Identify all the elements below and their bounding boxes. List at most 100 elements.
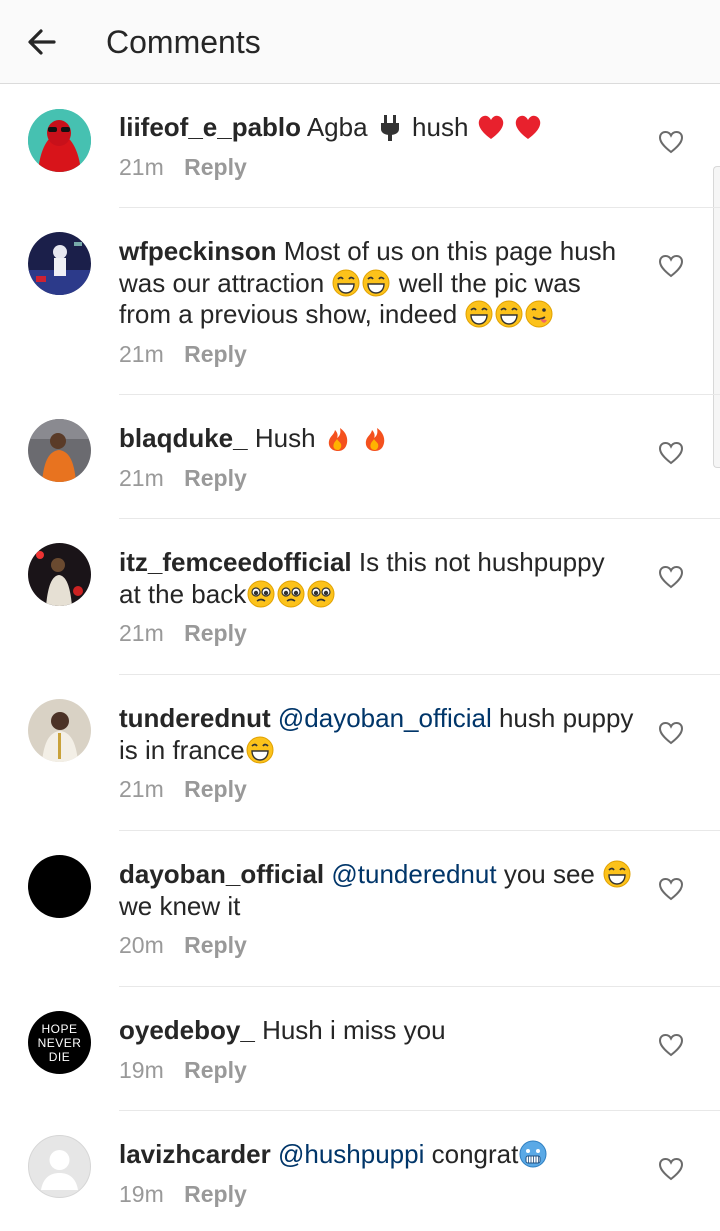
comment-mention[interactable]: @tunderednut (331, 859, 496, 889)
comment-time: 20m (119, 932, 164, 958)
comment-meta: 20m Reply (119, 931, 649, 959)
comment-body: you see (503, 859, 595, 889)
comment-body: at the back (119, 578, 247, 609)
grinning-sweat-emoji (362, 269, 390, 296)
avatar[interactable] (28, 543, 91, 606)
grinning-sweat-emoji (495, 300, 523, 328)
comment-meta: 21m Reply (119, 153, 649, 181)
comment-meta: 21m Reply (119, 775, 649, 803)
comment-item: wfpeckinson Most of us on this page hush… (0, 208, 720, 395)
comment-body: hush (412, 112, 469, 142)
like-heart-icon[interactable] (658, 1032, 684, 1058)
comment-item: itz_femceedofficial Is this not hushpupp… (0, 519, 720, 675)
like-heart-icon[interactable] (658, 876, 684, 902)
comment-body: congrat (431, 1139, 519, 1169)
comment-body: Most of us on this page hush (283, 236, 617, 266)
reply-button[interactable]: Reply (184, 620, 247, 646)
like-heart-icon[interactable] (658, 253, 684, 279)
comment-item: tunderednut @dayoban_official hush puppy… (0, 675, 720, 831)
like-heart-icon[interactable] (658, 440, 684, 466)
comment-text: oyedeboy_ Hush i miss you (119, 1015, 649, 1047)
comment-time: 19m (119, 1180, 164, 1207)
comment-time: 21m (119, 776, 164, 802)
avatar[interactable] (28, 1135, 91, 1198)
pleading-face-emoji (307, 580, 335, 607)
like-heart-icon[interactable] (658, 564, 684, 590)
comment-text: tunderednut @dayoban_official hush puppy… (119, 703, 649, 766)
comment-meta: 19m Reply (119, 1056, 649, 1084)
comment-username[interactable]: wfpeckinson (119, 236, 276, 266)
reply-button[interactable]: Reply (184, 154, 247, 180)
avatar[interactable] (28, 109, 91, 172)
avatar[interactable] (28, 232, 91, 295)
comment-username[interactable]: blaqduke_ (119, 423, 248, 453)
comment-username[interactable]: oyedeboy_ (119, 1015, 255, 1045)
comment-time: 21m (119, 340, 164, 367)
comment-item: liifeof_e_pablo Agba hush 21m Reply (0, 84, 720, 208)
comment-username[interactable]: liifeof_e_pablo (119, 112, 301, 142)
grinning-sweat-emoji (465, 300, 493, 328)
comment-text: wfpeckinson Most of us on this page hush… (119, 236, 649, 331)
pleading-face-emoji (277, 580, 305, 607)
comment-body: Hush i miss you (262, 1015, 446, 1045)
avatar-text: NEVER (37, 1035, 82, 1050)
comment-mention[interactable]: @dayoban_official (278, 703, 492, 733)
comment-body: Is this not hushpuppy (358, 547, 605, 577)
cold-face-emoji (519, 1140, 547, 1168)
avatar-text: HOPE (41, 1021, 78, 1036)
comment-meta: 21m Reply (119, 619, 649, 647)
reply-button[interactable]: Reply (184, 465, 247, 491)
comment-text: lavizhcarder @hushpuppi congrat (119, 1139, 649, 1171)
comment-text: liifeof_e_pablo Agba hush (119, 112, 649, 144)
arrow-left-icon (28, 29, 56, 55)
like-heart-icon[interactable] (658, 720, 684, 746)
comment-body: we knew it (119, 890, 241, 921)
comment-text: dayoban_official @tunderednut you see we… (119, 859, 649, 922)
avatar[interactable]: HOPE NEVER DIE (28, 1011, 91, 1074)
comment-body: well the pic was (398, 267, 581, 298)
comment-body: Agba (306, 112, 368, 142)
reply-button[interactable]: Reply (184, 341, 247, 367)
comment-body: from a previous show, indeed (119, 299, 458, 329)
comment-item: blaqduke_ Hush 21m Reply (0, 395, 720, 519)
fire-emoji (365, 428, 385, 451)
comment-meta: 19m Reply (119, 1180, 649, 1208)
grinning-sweat-emoji (332, 269, 360, 296)
back-button[interactable] (22, 22, 62, 62)
tongue-out-emoji (525, 300, 553, 328)
comment-text: blaqduke_ Hush (119, 423, 649, 455)
comment-body: was our attraction (119, 267, 325, 298)
comment-list: liifeof_e_pablo Agba hush 21m Reply wfpe… (0, 84, 720, 1231)
avatar[interactable] (28, 419, 91, 482)
reply-button[interactable]: Reply (184, 776, 247, 802)
comment-time: 19m (119, 1056, 164, 1083)
comment-time: 21m (119, 464, 164, 491)
comment-meta: 21m Reply (119, 464, 649, 492)
comment-text: itz_femceedofficial Is this not hushpupp… (119, 547, 649, 610)
grinning-sweat-emoji (603, 860, 631, 888)
comment-body: hush puppy (498, 703, 634, 733)
comment-mention[interactable]: @hushpuppi (278, 1139, 424, 1169)
reply-button[interactable]: Reply (184, 1057, 247, 1083)
avatar[interactable] (28, 855, 91, 918)
avatar[interactable] (28, 699, 91, 762)
red-heart-emoji (478, 115, 503, 139)
app-header: Comments (0, 0, 720, 84)
reply-button[interactable]: Reply (184, 932, 247, 958)
comment-username[interactable]: dayoban_official (119, 859, 324, 889)
comment-time: 21m (119, 153, 164, 180)
comment-username[interactable]: lavizhcarder (119, 1139, 271, 1169)
comment-body: Hush (254, 423, 316, 453)
comment-username[interactable]: itz_femceedofficial (119, 547, 352, 577)
red-heart-emoji (515, 115, 541, 139)
comment-item: HOPE NEVER DIE oyedeboy_ Hush i miss you… (0, 987, 720, 1111)
page-title: Comments (106, 24, 261, 60)
fire-emoji (328, 428, 348, 451)
like-heart-icon[interactable] (658, 1156, 684, 1182)
comment-item: lavizhcarder @hushpuppi congrat 19m Repl… (0, 1111, 720, 1231)
comment-username[interactable]: tunderednut (119, 703, 271, 733)
like-heart-icon[interactable] (658, 129, 684, 155)
reply-button[interactable]: Reply (184, 1181, 247, 1207)
pleading-face-emoji (247, 580, 275, 607)
comment-item: dayoban_official @tunderednut you see we… (0, 831, 720, 987)
